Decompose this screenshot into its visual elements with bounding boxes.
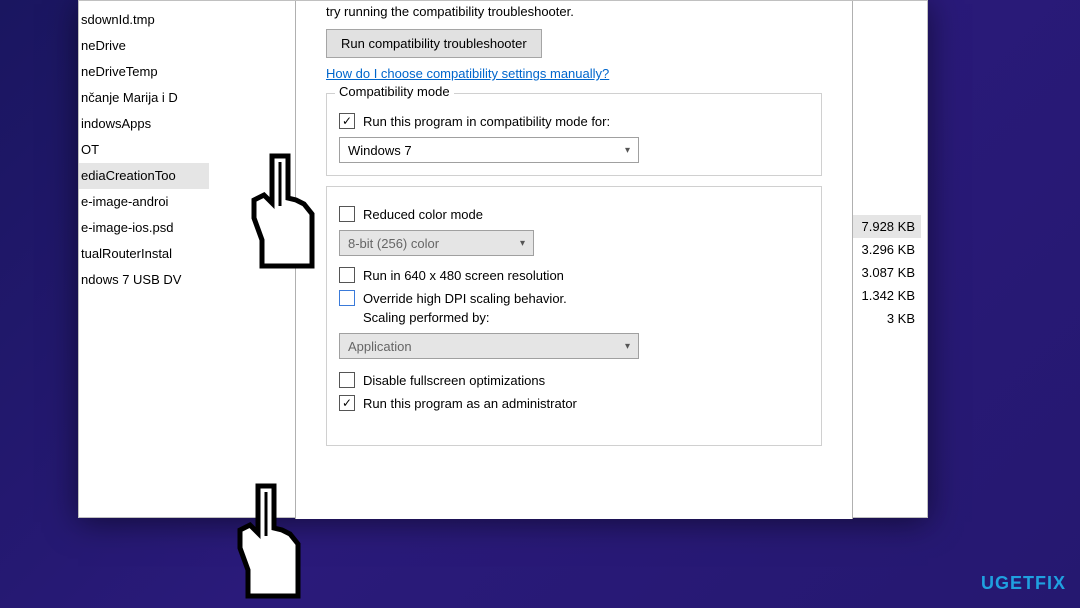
file-size: 3.087 KB — [846, 261, 921, 284]
file-name: nčanje Marija i D — [81, 87, 178, 109]
res640-label: Run in 640 x 480 screen resolution — [363, 266, 564, 285]
select-value: Application — [348, 339, 412, 354]
fullscreen-label: Disable fullscreen optimizations — [363, 371, 545, 390]
run-troubleshooter-button[interactable]: Run compatibility troubleshooter — [326, 29, 542, 58]
select-value: Windows 7 — [348, 143, 412, 158]
file-item[interactable]: e-image-ios.psd — [79, 215, 209, 241]
size-column: 7.928 KB 3.296 KB 3.087 KB 1.342 KB 3 KB — [846, 215, 921, 330]
dpi-label: Override high DPI scaling behavior. Scal… — [363, 289, 567, 327]
compat-mode-checkbox[interactable] — [339, 113, 355, 129]
file-name: ndows 7 USB DV — [81, 269, 181, 291]
res640-checkbox[interactable] — [339, 267, 355, 283]
file-size: 7.928 KB — [846, 215, 921, 238]
file-size: 3 KB — [846, 307, 921, 330]
file-size: 1.342 KB — [846, 284, 921, 307]
file-name: ediaCreationToo — [81, 165, 176, 187]
file-item[interactable]: nčanje Marija i D — [79, 85, 209, 111]
file-name: tualRouterInstal — [81, 243, 172, 265]
file-list: sdownId.tmp neDrive neDriveTemp nčanje M… — [79, 1, 209, 517]
group-label: Compatibility mode — [335, 84, 454, 99]
compatibility-mode-group: Compatibility mode Run this program in c… — [326, 93, 822, 176]
chevron-down-icon: ▾ — [625, 341, 630, 352]
file-item[interactable]: sdownId.tmp — [79, 7, 209, 33]
properties-dialog: try running the compatibility troublesho… — [295, 1, 853, 519]
reduced-color-checkbox[interactable] — [339, 206, 355, 222]
admin-checkbox[interactable] — [339, 395, 355, 411]
dpi-checkbox[interactable] — [339, 290, 355, 306]
file-name: neDriveTemp — [81, 61, 158, 83]
file-item-selected[interactable]: ediaCreationToo — [79, 163, 209, 189]
reduced-color-label: Reduced color mode — [363, 205, 483, 224]
file-item[interactable]: OT — [79, 137, 209, 163]
explorer-window: sdownId.tmp neDrive neDriveTemp nčanje M… — [78, 0, 928, 518]
chevron-down-icon: ▾ — [625, 145, 630, 156]
compat-os-select[interactable]: Windows 7 ▾ — [339, 137, 639, 163]
file-item[interactable]: neDriveTemp — [79, 59, 209, 85]
compat-mode-label: Run this program in compatibility mode f… — [363, 112, 610, 131]
help-link[interactable]: How do I choose compatibility settings m… — [326, 66, 609, 81]
file-name: e-image-ios.psd — [81, 217, 174, 239]
chevron-down-icon: ▾ — [520, 238, 525, 249]
watermark: UGETFIX — [981, 573, 1066, 594]
file-name: sdownId.tmp — [81, 9, 155, 31]
file-item[interactable]: e-image-androi — [79, 189, 209, 215]
file-name: OT — [81, 139, 99, 161]
fullscreen-checkbox[interactable] — [339, 372, 355, 388]
file-item[interactable]: neDrive — [79, 33, 209, 59]
file-name: e-image-androi — [81, 191, 168, 213]
settings-group: Settings Reduced color mode 8-bit (256) … — [326, 186, 822, 446]
select-value: 8-bit (256) color — [348, 236, 439, 251]
file-name: indowsApps — [81, 113, 151, 135]
file-item[interactable]: tualRouterInstal — [79, 241, 209, 267]
dpi-select[interactable]: Application ▾ — [339, 333, 639, 359]
file-item[interactable]: ndows 7 USB DV — [79, 267, 209, 293]
file-name: neDrive — [81, 35, 126, 57]
color-mode-select[interactable]: 8-bit (256) color ▾ — [339, 230, 534, 256]
file-item[interactable]: indowsApps — [79, 111, 209, 137]
intro-text: try running the compatibility troublesho… — [326, 1, 822, 27]
admin-label: Run this program as an administrator — [363, 394, 577, 413]
file-size: 3.296 KB — [846, 238, 921, 261]
